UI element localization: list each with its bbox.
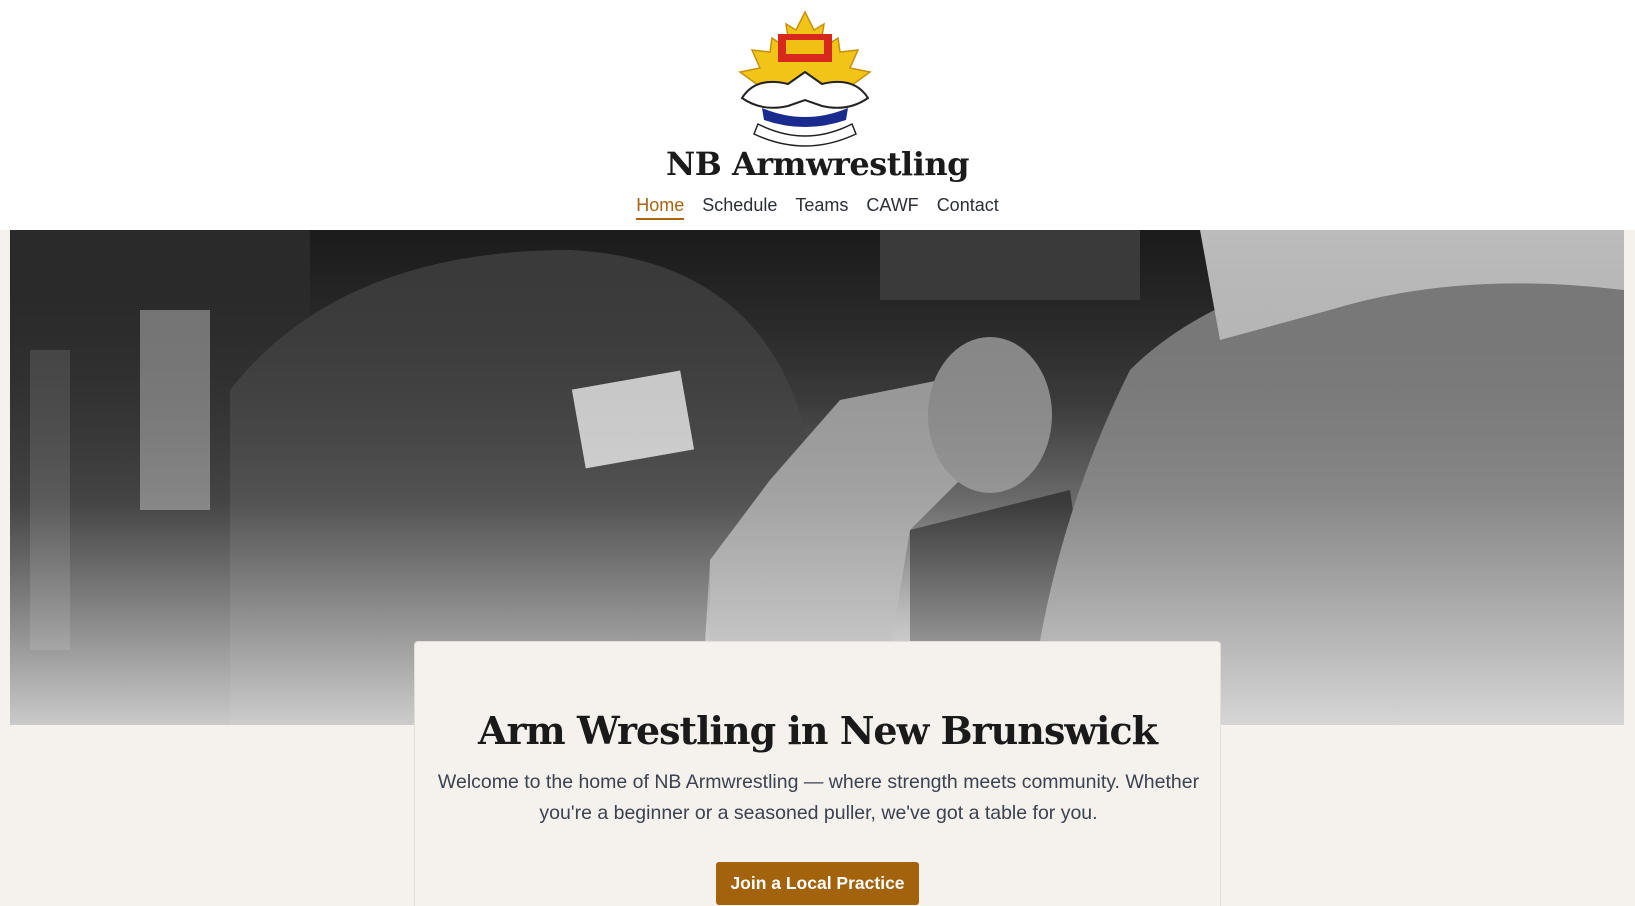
site-header: NB Armwrestling Home Schedule Teams CAWF…	[0, 0, 1635, 230]
nav-contact-link[interactable]: Contact	[937, 195, 999, 220]
nav-home-link[interactable]: Home	[636, 195, 685, 220]
intro-body: Welcome to the home of NB Armwrestling —…	[437, 771, 1200, 824]
nav-cawf-link[interactable]: CAWF	[866, 195, 918, 220]
lion-shape	[786, 40, 824, 54]
intro-heading: Arm Wrestling in New Brunswick	[478, 708, 1158, 753]
blue-wave-shape	[762, 108, 848, 127]
nav-schedule-link[interactable]: Schedule	[702, 195, 777, 220]
site-logo[interactable]	[728, 10, 882, 150]
main-nav: Home Schedule Teams CAWF Contact	[0, 195, 1635, 220]
intro-card: Arm Wrestling in New Brunswick Welcome t…	[414, 641, 1221, 906]
ribbon-shape	[753, 122, 857, 147]
join-practice-button[interactable]: Join a Local Practice	[716, 862, 919, 905]
site-title[interactable]: NB Armwrestling	[0, 145, 1635, 183]
nav-teams-link[interactable]: Teams	[795, 195, 848, 220]
